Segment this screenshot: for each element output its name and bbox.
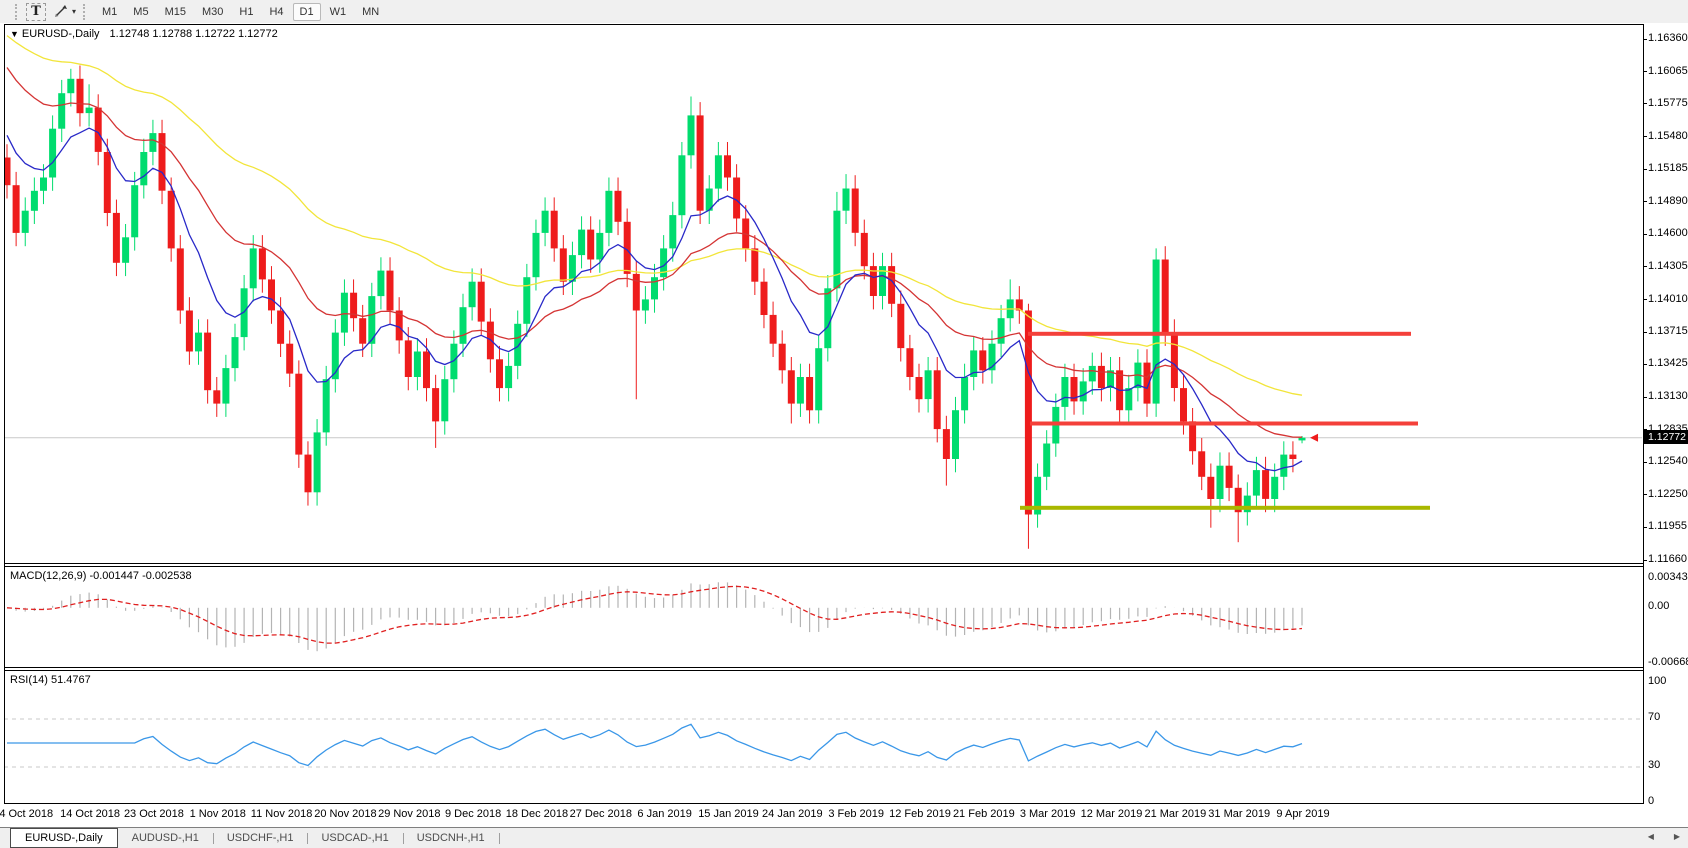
price-axis-tick: 1.11660 — [1648, 553, 1687, 565]
time-axis-tick: 14 Oct 2018 — [60, 808, 120, 820]
top-toolbar: T ▾ M1M5M15M30H1H4D1W1MN — [0, 0, 1688, 23]
chart-tab-audusd-h1[interactable]: AUDUSD-,H1 — [118, 829, 213, 847]
toolbar-grip — [83, 4, 87, 20]
price-axis-tick-mark — [1643, 494, 1647, 495]
chart-ohlc-values: 1.12748 1.12788 1.12722 1.12772 — [110, 28, 278, 40]
price-axis-tick-mark — [1643, 136, 1647, 137]
time-axis-tick: 6 Jan 2019 — [637, 808, 691, 820]
text-label-tool-button[interactable]: T — [26, 3, 46, 21]
time-axis-tick: 21 Mar 2019 — [1144, 808, 1206, 820]
price-axis-tick: 1.13130 — [1648, 390, 1688, 402]
price-axis-tick-mark — [1643, 39, 1647, 40]
chart-tab-usdcad-h1[interactable]: USDCAD-,H1 — [307, 829, 402, 847]
price-axis-tick: 1.12540 — [1648, 455, 1688, 467]
timeframe-button-M30[interactable]: M30 — [195, 3, 230, 21]
time-axis-tick: 12 Mar 2019 — [1081, 808, 1143, 820]
price-axis-tick-mark — [1643, 560, 1647, 561]
time-axis-tick: 31 Mar 2019 — [1208, 808, 1270, 820]
rsi-axis-tick: 100 — [1648, 675, 1666, 687]
time-axis-tick: 15 Jan 2019 — [698, 808, 759, 820]
chart-title-overlay: ▼ EURUSD-,Daily 1.12748 1.12788 1.12722 … — [10, 28, 278, 40]
price-axis-tick-mark — [1643, 332, 1647, 333]
chart-tab-eurusd-daily[interactable]: EURUSD-,Daily — [10, 828, 118, 848]
macd-label: MACD(12,26,9) -0.001447 -0.002538 — [10, 570, 192, 582]
time-axis-tick: 20 Nov 2018 — [314, 808, 376, 820]
price-axis-tick-mark — [1643, 71, 1647, 72]
price-axis-tick: 1.13715 — [1648, 325, 1688, 337]
rsi-indicator-panel[interactable]: RSI(14) 51.4767 — [4, 670, 1644, 804]
price-axis-tick: 1.13425 — [1648, 357, 1688, 369]
tab-scroll-right-icon[interactable]: ▶ — [1674, 832, 1680, 841]
timeframe-button-MN[interactable]: MN — [355, 3, 386, 21]
macd-indicator-panel[interactable]: MACD(12,26,9) -0.001447 -0.002538 — [4, 566, 1644, 668]
chart-symbol-title: EURUSD-,Daily — [22, 28, 100, 40]
price-axis-tick-mark — [1643, 462, 1647, 463]
price-axis-tick: 1.12250 — [1648, 488, 1688, 500]
arrows-dropdown-caret-icon[interactable]: ▾ — [72, 7, 76, 16]
time-axis-tick: 9 Apr 2019 — [1276, 808, 1329, 820]
tab-scroll-left-icon[interactable]: ◀ — [1648, 832, 1654, 841]
price-axis-tick: 1.15775 — [1648, 97, 1688, 109]
price-axis-tick: 1.14890 — [1648, 195, 1688, 207]
time-axis-tick: 12 Feb 2019 — [889, 808, 951, 820]
toolbar-grip — [15, 4, 19, 20]
price-axis-tick: 1.16360 — [1648, 32, 1688, 44]
timeframe-button-M1[interactable]: M1 — [95, 3, 124, 21]
price-axis-tick: 1.14305 — [1648, 260, 1688, 272]
price-axis-tick: 1.11955 — [1648, 520, 1687, 532]
main-chart-panel[interactable]: ▼ EURUSD-,Daily 1.12748 1.12788 1.12722 … — [4, 24, 1644, 564]
tab-scroll-controls: ◀ ▶ — [1648, 832, 1680, 841]
symbol-marker-icon: ▼ — [10, 29, 19, 39]
rsi-axis-tick: 0 — [1648, 795, 1654, 807]
price-axis-tick: 1.16065 — [1648, 65, 1688, 77]
time-axis-tick: 23 Oct 2018 — [124, 808, 184, 820]
time-axis-tick: 3 Mar 2019 — [1020, 808, 1076, 820]
price-axis-tick-mark — [1643, 169, 1647, 170]
time-axis-tick: 29 Nov 2018 — [378, 808, 440, 820]
macd-canvas[interactable] — [4, 567, 1642, 667]
price-axis-tick-mark — [1643, 103, 1647, 104]
timeframe-button-M5[interactable]: M5 — [126, 3, 155, 21]
price-axis-tick-mark — [1643, 234, 1647, 235]
price-axis-tick-mark — [1643, 527, 1647, 528]
chart-tab-usdchf-h1[interactable]: USDCHF-,H1 — [213, 829, 308, 847]
price-axis-tick: 1.15185 — [1648, 162, 1688, 174]
macd-axis-tick: 0.00 — [1648, 600, 1669, 612]
timeframe-button-M15[interactable]: M15 — [158, 3, 193, 21]
price-axis-tick: 1.15480 — [1648, 130, 1688, 142]
price-axis-tick-mark — [1643, 266, 1647, 267]
price-axis-tick: 1.14010 — [1648, 293, 1688, 305]
macd-axis-tick: 0.003431 — [1648, 571, 1688, 583]
price-axis-tick-mark — [1643, 299, 1647, 300]
main-chart-canvas[interactable] — [4, 25, 1642, 563]
macd-axis-tick: -0.006686 — [1648, 656, 1688, 668]
time-axis-tick: 21 Feb 2019 — [953, 808, 1015, 820]
timeframe-button-H1[interactable]: H1 — [232, 3, 260, 21]
rsi-axis-tick: 70 — [1648, 711, 1660, 723]
time-axis-tick: 3 Feb 2019 — [828, 808, 884, 820]
time-axis-tick: 27 Dec 2018 — [570, 808, 632, 820]
timeframe-button-group: M1M5M15M30H1H4D1W1MN — [94, 2, 387, 21]
timeframe-button-H4[interactable]: H4 — [262, 3, 290, 21]
price-axis-tick-mark — [1643, 201, 1647, 202]
price-axis-tick-mark — [1643, 397, 1647, 398]
timeframe-button-W1[interactable]: W1 — [323, 3, 354, 21]
timeframe-button-D1[interactable]: D1 — [293, 3, 321, 21]
rsi-label: RSI(14) 51.4767 — [10, 674, 91, 686]
current-price-badge: 1.12772 — [1644, 430, 1688, 444]
arrows-tool-button[interactable] — [52, 3, 70, 21]
price-axis-tick-mark — [1643, 364, 1647, 365]
time-axis-tick: 18 Dec 2018 — [506, 808, 568, 820]
time-axis-tick: 9 Dec 2018 — [445, 808, 501, 820]
time-axis-tick: 1 Nov 2018 — [190, 808, 246, 820]
rsi-canvas[interactable] — [4, 671, 1642, 803]
time-axis-tick: 11 Nov 2018 — [251, 808, 313, 820]
time-axis-tick: 24 Jan 2019 — [762, 808, 823, 820]
price-axis-tick: 1.14600 — [1648, 227, 1688, 239]
diagonal-arrows-icon — [53, 4, 69, 19]
time-axis-tick: 4 Oct 2018 — [0, 808, 53, 820]
rsi-axis-tick: 30 — [1648, 759, 1660, 771]
chart-tab-usdcnh-h1[interactable]: USDCNH-,H1 — [403, 829, 499, 847]
chart-tab-bar: EURUSD-,DailyAUDUSD-,H1USDCHF-,H1USDCAD-… — [0, 827, 1688, 848]
